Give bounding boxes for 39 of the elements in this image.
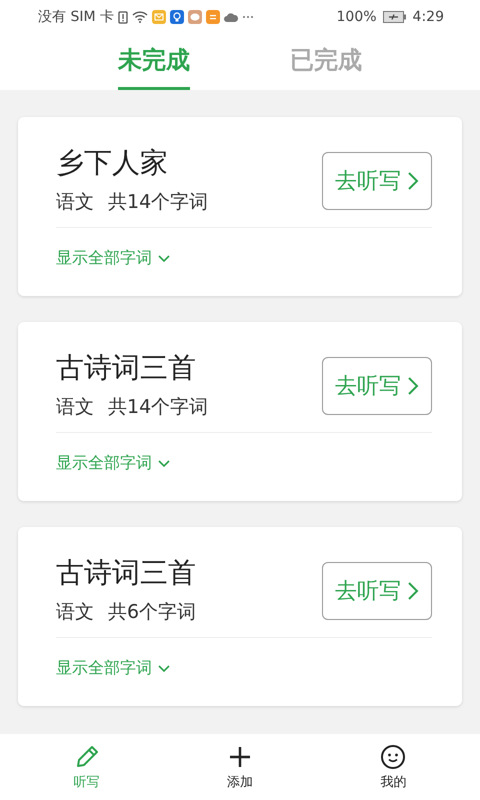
bulb-icon — [170, 10, 184, 24]
nav-tab[interactable]: 我的 — [348, 734, 438, 800]
chat-icon — [188, 10, 202, 24]
nav-tab[interactable]: 听写 — [42, 734, 132, 800]
chevron-down-icon — [158, 254, 170, 262]
battery-icon — [382, 11, 407, 23]
chevron-down-icon — [158, 664, 170, 672]
word-count: 共6个字词 — [108, 600, 196, 625]
carrier-text: 没有 SIM 卡 — [38, 8, 114, 26]
tab[interactable]: 未完成 — [118, 34, 190, 90]
tab[interactable]: 已完成 — [290, 34, 362, 90]
mail-icon — [152, 10, 166, 24]
chevron-down-icon — [158, 460, 170, 468]
dictation-button[interactable]: 去听写 — [322, 152, 432, 210]
card-title: 乡下人家 — [56, 145, 169, 181]
word-count: 共14个字词 — [108, 395, 208, 420]
subject-text: 语文 — [56, 395, 94, 420]
card-title: 古诗词三首 — [56, 555, 196, 591]
word-count: 共14个字词 — [108, 190, 208, 215]
show-all-link[interactable]: 显示全部字词 — [56, 248, 170, 269]
more-icon — [242, 15, 254, 19]
show-all-link[interactable]: 显示全部字词 — [56, 658, 170, 679]
nav-tab[interactable]: 添加 — [194, 734, 285, 800]
chevron-right-icon — [407, 171, 419, 191]
subject-text: 语文 — [56, 600, 94, 625]
cloud-icon — [224, 12, 238, 22]
wifi-icon — [132, 11, 148, 23]
dictation-button[interactable]: 去听写 — [322, 357, 432, 415]
card-title: 古诗词三首 — [56, 350, 197, 386]
app-icon — [206, 10, 220, 24]
chevron-right-icon — [407, 581, 419, 601]
show-all-link[interactable]: 显示全部字词 — [56, 453, 170, 474]
chevron-right-icon — [407, 376, 419, 396]
sim-alert-icon — [118, 10, 128, 24]
smiley-icon — [380, 744, 406, 770]
battery-text: 100% — [336, 9, 377, 25]
clock-text: 4:29 — [412, 9, 444, 25]
dictation-button[interactable]: 去听写 — [322, 562, 432, 620]
subject-text: 语文 — [56, 190, 94, 215]
